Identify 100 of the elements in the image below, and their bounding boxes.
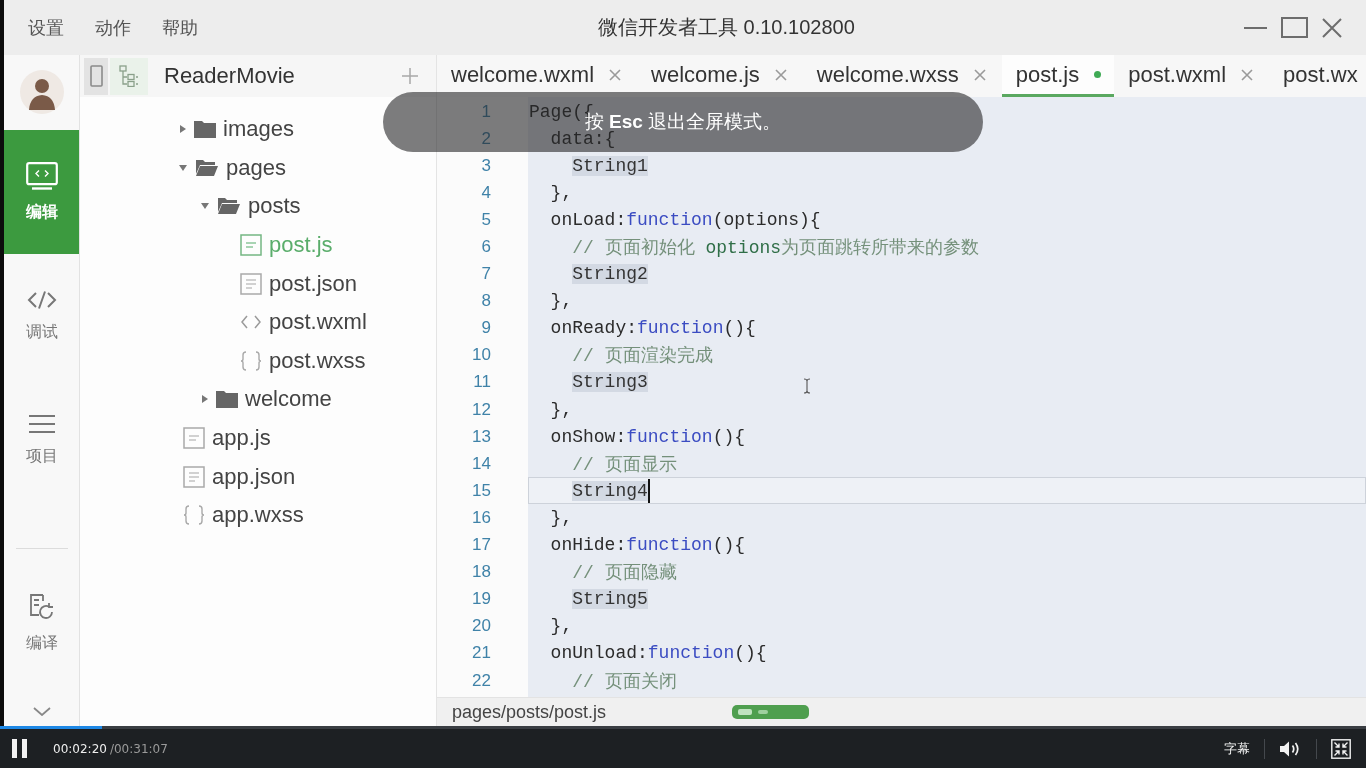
line-number: 2 [480, 127, 491, 150]
code-line: }, [550, 291, 573, 312]
code-line: // 页面渲染完成 [572, 345, 713, 368]
pause-icon[interactable] [12, 739, 27, 758]
code-line: // 页面隐藏 [572, 562, 677, 585]
editor-tab[interactable]: post.wx [1269, 55, 1366, 97]
file-icon [183, 427, 205, 450]
caret-icon[interactable] [202, 395, 208, 404]
line-number: 20 [471, 615, 491, 638]
line-number: 6 [480, 236, 491, 258]
open-folder-icon [195, 158, 219, 177]
editor-tab[interactable]: post.wxml [1114, 55, 1270, 97]
line-number: 4 [480, 181, 491, 204]
line-number: 16 [471, 506, 491, 529]
sidebar-tab[interactable]: 项目 [4, 378, 79, 502]
code-line: }, [550, 182, 573, 203]
minimize-icon[interactable] [1244, 26, 1267, 29]
code-line: // 页面初始化 options为页面跳转所带来的参数 [572, 237, 980, 259]
folder-icon [194, 120, 216, 139]
caret-icon[interactable] [179, 164, 187, 171]
code-line: }, [550, 507, 573, 528]
line-number: 11 [472, 371, 491, 394]
tree-item[interactable]: pages [179, 154, 286, 181]
menu-item[interactable]: 动作 [95, 15, 131, 40]
code-line: onHide:function(){ [550, 535, 746, 556]
line-number: 15 [471, 479, 491, 502]
menu-item[interactable]: 帮助 [162, 15, 198, 40]
sidebar-tab[interactable]: 编译 [4, 561, 79, 685]
line-number: 8 [480, 290, 491, 313]
tree-item[interactable]: posts [201, 193, 301, 220]
line-number: 22 [471, 669, 491, 692]
elapsed-time: 00:02:20 [53, 741, 107, 756]
code-line: }, [550, 399, 573, 420]
code-line: onShow:function(){ [550, 426, 746, 447]
tree-item[interactable]: app.json [179, 463, 296, 490]
document-refresh-icon [28, 592, 55, 621]
editor-tab[interactable]: welcome.wxml [437, 55, 638, 97]
code-line: // 页面显示 [572, 453, 677, 476]
text-cursor-icon [803, 378, 811, 394]
file-tree-icon [119, 65, 139, 87]
monitor-icon [25, 161, 58, 190]
phone-icon [89, 65, 103, 87]
code-line: // 页面关闭 [572, 670, 677, 693]
tree-item[interactable]: app.js [179, 425, 271, 452]
tree-item[interactable]: app.wxss [179, 502, 304, 529]
close-icon[interactable] [774, 68, 787, 81]
code-line: onUnload:function(){ [550, 643, 767, 664]
close-icon[interactable] [973, 68, 986, 81]
editor-tab[interactable]: post.js [1001, 55, 1115, 97]
editor-tab[interactable]: welcome.js [637, 55, 803, 97]
code-line: onLoad:function(options){ [550, 209, 821, 230]
line-number: 17 [471, 534, 491, 557]
editor-tab[interactable]: welcome.wxss [802, 55, 1002, 97]
folder-icon [216, 390, 238, 409]
file-icon [240, 234, 262, 257]
window-title: 微信开发者工具 0.10.102800 [598, 15, 855, 40]
file-path: pages/posts/post.js [452, 701, 607, 723]
line-number: 3 [480, 154, 491, 177]
close-icon[interactable] [1241, 68, 1254, 81]
total-duration: /00:31:07 [109, 741, 168, 756]
tree-item[interactable]: welcome [201, 386, 332, 413]
line-number: 14 [471, 452, 491, 475]
sidebar-tab[interactable]: 编辑 [4, 130, 79, 254]
tree-button[interactable] [110, 57, 148, 95]
exit-fullscreen-icon[interactable] [1331, 738, 1351, 759]
line-number: 13 [471, 425, 491, 448]
line-number: 10 [471, 344, 491, 367]
braces-icon [240, 350, 262, 371]
code-icon [26, 289, 57, 310]
line-number: 5 [480, 208, 491, 231]
code-line: onReady:function(){ [550, 318, 756, 339]
subtitles-button[interactable]: 字幕 [1224, 739, 1250, 758]
close-icon[interactable] [1322, 17, 1342, 38]
line-number: 1 [480, 100, 491, 123]
avatar [19, 70, 64, 114]
caret-icon[interactable] [180, 125, 186, 134]
line-number: 21 [471, 642, 491, 665]
tree-item[interactable]: post.wxss [223, 347, 366, 374]
project-name: ReaderMovie [164, 63, 295, 89]
tree-item[interactable]: images [179, 116, 294, 143]
angle-brackets-icon [240, 314, 262, 331]
tree-item[interactable]: post.json [223, 270, 358, 297]
file-icon [183, 465, 205, 488]
close-icon[interactable] [609, 68, 622, 81]
list-icon [28, 413, 55, 434]
caret-icon[interactable] [201, 203, 209, 210]
volume-icon[interactable] [1279, 739, 1302, 758]
line-number: 18 [471, 561, 491, 584]
text-caret [647, 478, 650, 503]
maximize-icon[interactable] [1281, 17, 1308, 38]
phone-button[interactable] [84, 57, 108, 95]
sidebar-tab[interactable]: 调试 [4, 254, 79, 378]
chevron-down-icon[interactable] [32, 707, 51, 716]
code-line: }, [550, 616, 573, 637]
menu-item[interactable]: 设置 [28, 15, 64, 40]
tree-item[interactable]: post.wxml [223, 309, 367, 336]
open-folder-icon [217, 197, 241, 216]
file-icon [240, 272, 262, 295]
progress-track[interactable] [0, 726, 1366, 729]
line-number: 9 [480, 317, 491, 340]
